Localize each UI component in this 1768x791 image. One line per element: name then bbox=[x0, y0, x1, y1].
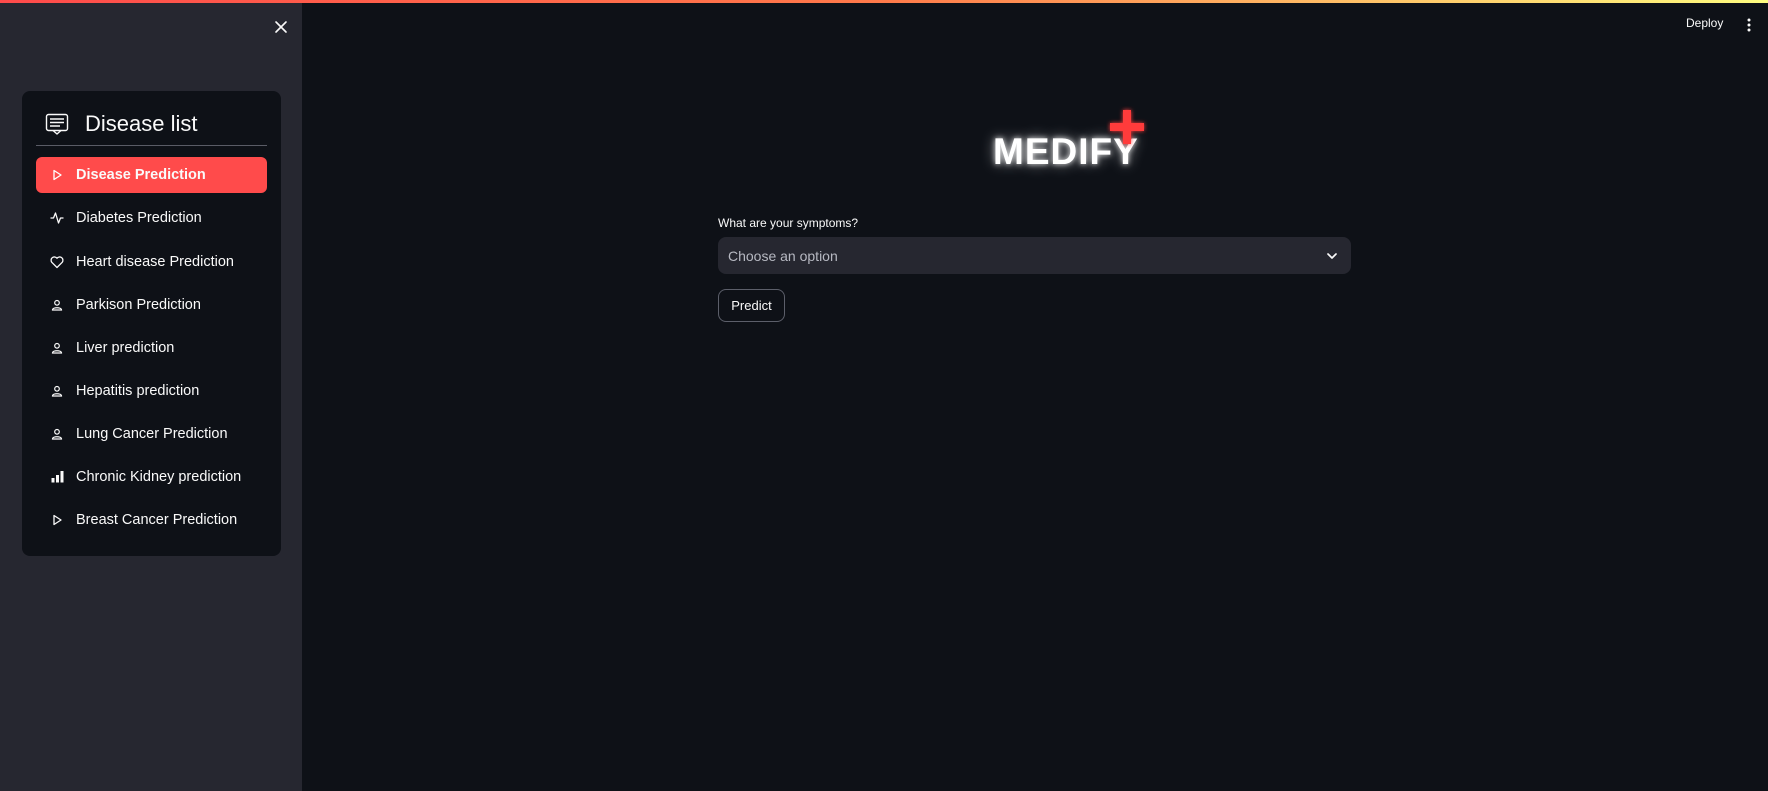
menu-item-diabetes-prediction[interactable]: Diabetes Prediction bbox=[36, 200, 267, 236]
menu-item-lung-cancer-prediction[interactable]: Lung Cancer Prediction bbox=[36, 416, 267, 452]
menu-item-label: Hepatitis prediction bbox=[76, 382, 200, 399]
kebab-menu-icon bbox=[1747, 18, 1751, 32]
menu-item-breast-cancer-prediction[interactable]: Breast Cancer Prediction bbox=[36, 502, 267, 538]
select-placeholder: Choose an option bbox=[728, 247, 838, 264]
menu-item-label: Parkison Prediction bbox=[76, 296, 201, 313]
predict-button[interactable]: Predict bbox=[718, 289, 785, 322]
menu-item-label: Chronic Kidney prediction bbox=[76, 468, 242, 485]
menu-divider bbox=[36, 145, 267, 146]
list-icon bbox=[45, 112, 69, 136]
menu-item-liver-prediction[interactable]: Liver prediction bbox=[36, 330, 267, 366]
menu-item-label: Liver prediction bbox=[76, 339, 175, 356]
person-icon bbox=[50, 384, 64, 398]
medify-logo: MEDIFY bbox=[990, 100, 1170, 180]
menu-item-heart-disease-prediction[interactable]: Heart disease Prediction bbox=[36, 244, 267, 280]
menu-title: Disease list bbox=[85, 111, 198, 136]
play-icon bbox=[50, 168, 64, 182]
sidebar: Disease list Disease Prediction Diabetes… bbox=[0, 0, 302, 791]
deploy-button[interactable]: Deploy bbox=[1686, 16, 1723, 30]
menu-item-hepatitis-prediction[interactable]: Hepatitis prediction bbox=[36, 373, 267, 409]
top-decoration-bar bbox=[0, 0, 1768, 3]
menu-item-label: Heart disease Prediction bbox=[76, 253, 234, 270]
person-icon bbox=[50, 298, 64, 312]
menu-item-chronic-kidney-prediction[interactable]: Chronic Kidney prediction bbox=[36, 459, 267, 495]
menu-item-label: Diabetes Prediction bbox=[76, 210, 202, 226]
bar-chart-icon bbox=[50, 470, 64, 484]
menu-item-label: Breast Cancer Prediction bbox=[76, 511, 238, 528]
menu-list: Disease Prediction Diabetes Prediction H… bbox=[36, 157, 267, 545]
heart-icon bbox=[50, 255, 64, 269]
menu-item-parkison-prediction[interactable]: Parkison Prediction bbox=[36, 287, 267, 323]
menu-item-label: Disease Prediction bbox=[76, 167, 206, 183]
medical-cross-icon bbox=[1110, 110, 1144, 144]
close-icon bbox=[275, 21, 287, 33]
disease-menu: Disease list Disease Prediction Diabetes… bbox=[22, 91, 281, 556]
menu-item-label: Lung Cancer Prediction bbox=[76, 425, 228, 442]
person-icon bbox=[50, 341, 64, 355]
menu-item-disease-prediction[interactable]: Disease Prediction bbox=[36, 157, 267, 193]
chevron-down-icon bbox=[1325, 249, 1339, 263]
play-icon bbox=[50, 513, 64, 527]
symptoms-label: What are your symptoms? bbox=[718, 216, 859, 230]
main-menu-button[interactable] bbox=[1740, 15, 1758, 35]
activity-icon bbox=[50, 211, 64, 225]
close-sidebar-button[interactable] bbox=[271, 17, 291, 37]
person-icon bbox=[50, 427, 64, 441]
menu-header: Disease list bbox=[45, 108, 197, 140]
symptoms-select[interactable]: Choose an option bbox=[718, 237, 1351, 274]
